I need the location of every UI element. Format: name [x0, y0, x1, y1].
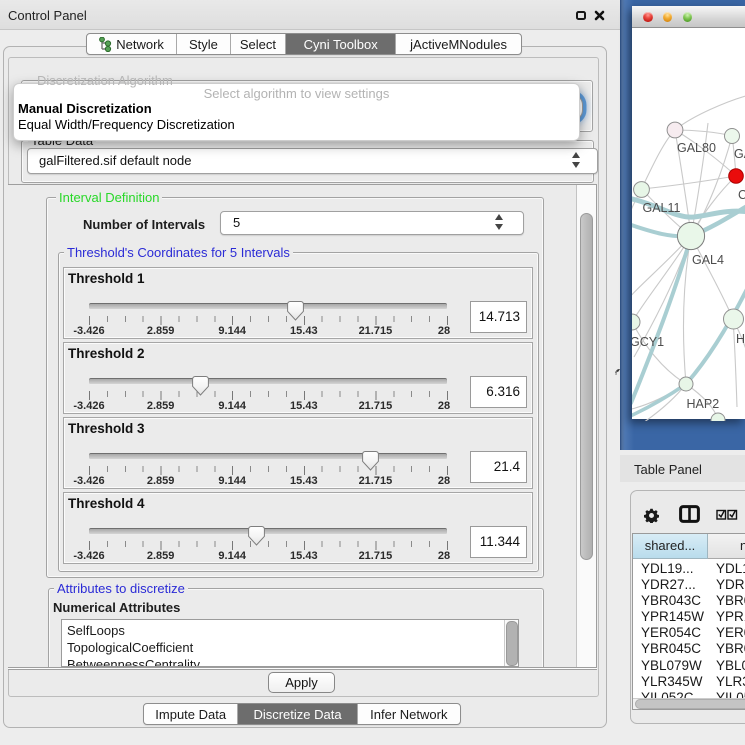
svg-text:HAP2: HAP2: [687, 397, 720, 411]
svg-text:GAL4: GAL4: [692, 253, 724, 267]
svg-text:GA: GA: [734, 147, 745, 161]
svg-text:GAL80: GAL80: [677, 141, 716, 155]
svg-text:GCY1: GCY1: [632, 335, 664, 349]
svg-text:H: H: [736, 332, 745, 346]
svg-text:GAL11: GAL11: [643, 201, 681, 215]
svg-text:C: C: [738, 188, 745, 202]
